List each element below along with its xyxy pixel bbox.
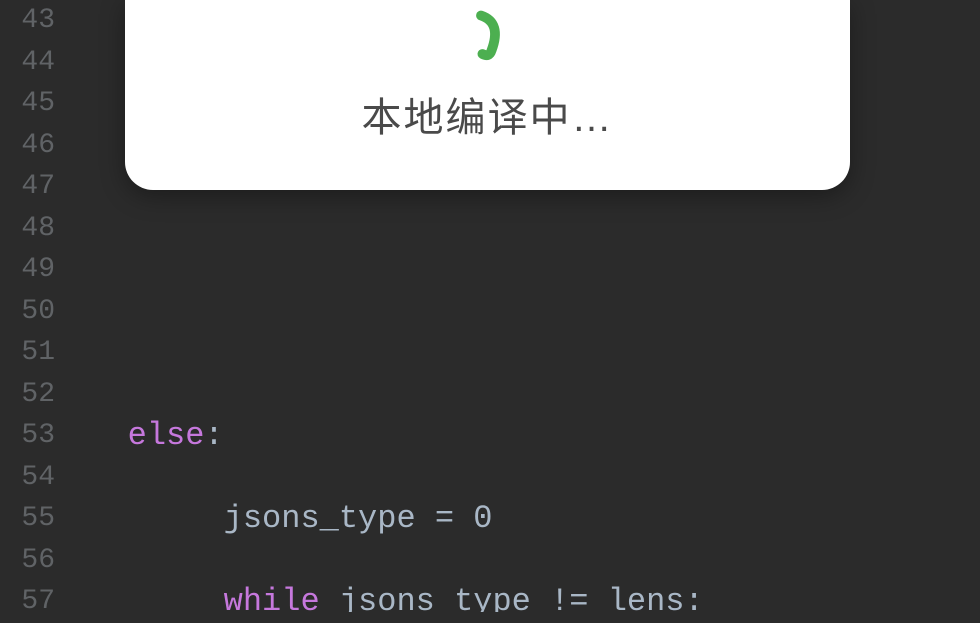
line-number-gutter: 43 44 45 46 47 48 49 50 51 52 53 54 55 5… — [0, 0, 70, 612]
line-number: 56 — [0, 540, 55, 582]
checkmark-icon — [453, 5, 523, 75]
line-number: 49 — [0, 249, 55, 291]
line-number: 51 — [0, 332, 55, 374]
line-number: 57 — [0, 581, 55, 623]
line-number: 54 — [0, 457, 55, 499]
line-number: 45 — [0, 83, 55, 125]
line-number: 53 — [0, 415, 55, 457]
code-line: while jsons_type != lens: — [70, 581, 980, 612]
line-number: 52 — [0, 374, 55, 416]
line-number: 50 — [0, 291, 55, 333]
code-line: jsons_type = 0 — [70, 498, 980, 540]
line-number: 48 — [0, 208, 55, 250]
code-line: tist}.m — [70, 332, 980, 374]
line-number: 47 — [0, 166, 55, 208]
modal-message: 本地编译中… — [362, 85, 614, 143]
line-number: 44 — [0, 42, 55, 84]
line-number: 55 — [0, 498, 55, 540]
line-number: 46 — [0, 125, 55, 167]
line-number: 43 — [0, 0, 55, 42]
compile-modal: 本地编译中… — [125, 0, 850, 190]
code-line: else: — [70, 415, 980, 457]
code-line: _name} — [70, 208, 980, 250]
